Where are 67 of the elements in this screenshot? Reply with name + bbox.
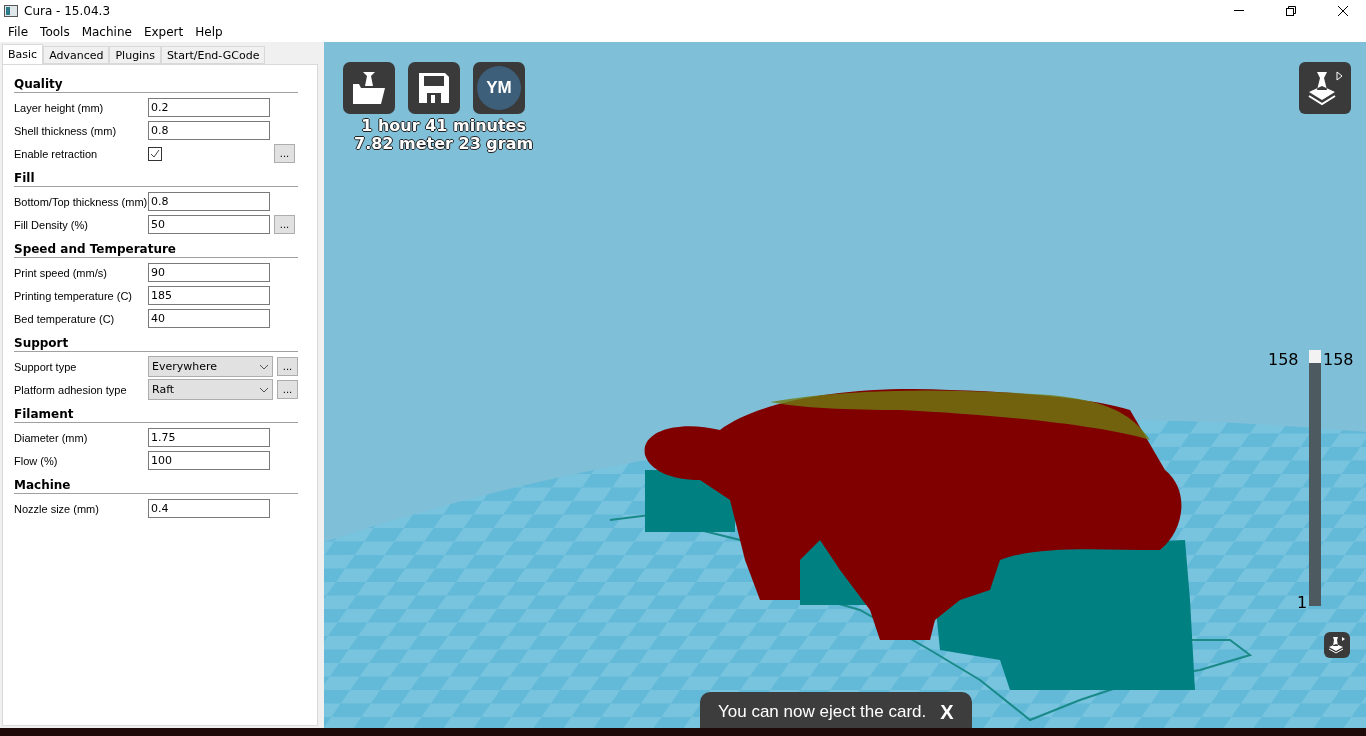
tab[interactable]: Start/End-GCode [160,46,266,64]
input-field[interactable]: 90 [148,263,270,282]
layers-icon [1327,635,1347,655]
layer-view-button[interactable] [1324,632,1350,658]
setting-label: Platform adhesion type [14,383,128,396]
input-field[interactable]: 0.4 [148,499,270,518]
section-title: Support [14,336,298,352]
setting-label: Nozzle size (mm) [14,502,100,515]
input-field[interactable]: 0.2 [148,98,270,117]
menu-item[interactable]: Help [189,25,229,39]
menu-item[interactable]: Expert [137,25,190,39]
section-title: Machine [14,478,298,494]
layer-number: 1 [1297,593,1308,612]
setting-label: Diameter (mm) [14,431,89,444]
setting-label: Printing temperature (C) [14,289,133,302]
setting-label: Enable retraction [14,147,99,160]
toast-message: You can now eject the card. [718,702,927,722]
menu-item[interactable]: File [2,25,35,39]
material-usage: 7.82 meter 23 gram [354,135,534,153]
setting-label: Bottom/Top thickness (mm) [14,195,148,208]
input-field[interactable]: 50 [148,215,270,234]
save-button[interactable] [408,62,460,114]
print-button[interactable] [343,62,395,114]
section-title: Filament [14,407,298,423]
section-title: Quality [14,77,298,93]
more-button[interactable]: ... [274,215,295,234]
window-title: Cura - 15.04.3 [24,4,112,18]
input-field[interactable]: 185 [148,286,270,305]
input-field[interactable]: 40 [148,309,270,328]
setting-label: Support type [14,360,78,373]
setting-label: Shell thickness (mm) [14,124,118,137]
slider-thumb[interactable] [1309,350,1321,363]
close-button[interactable]: X [940,700,954,724]
section-title: Fill [14,171,298,187]
chevron-down-icon [259,363,269,370]
save-icon [417,71,451,105]
tab[interactable]: Basic [2,44,44,64]
layer-slider[interactable] [1309,350,1321,606]
input-field[interactable]: 1.75 [148,428,270,447]
app-icon [4,5,18,17]
chevron-down-icon [259,386,269,393]
dropdown[interactable]: Raft [148,379,273,400]
checkbox[interactable] [148,146,162,161]
tab[interactable]: Advanced [43,46,110,64]
more-button[interactable]: ... [277,380,298,399]
input-field[interactable]: 100 [148,451,270,470]
setting-label: Print speed (mm/s) [14,266,108,279]
input-field[interactable]: 0.8 [148,192,270,211]
setting-label: Fill Density (%) [14,218,89,231]
print-time: 1 hour 41 minutes [361,117,526,135]
layer-number: 158 [1323,350,1354,369]
input-field[interactable]: 0.8 [148,121,270,140]
setting-label: Flow (%) [14,454,59,467]
tab[interactable]: Plugins [109,46,161,64]
setting-label: Layer height (mm) [14,101,105,114]
layer-number: 158 [1268,350,1299,369]
more-button[interactable]: ... [277,357,298,376]
close-icon [1338,6,1348,16]
more-button[interactable]: ... [274,144,295,163]
setting-label: Bed temperature (C) [14,312,116,325]
restore-icon [1286,6,1296,16]
minimize-icon [1234,10,1244,12]
dropdown[interactable]: Everywhere [148,356,273,377]
section-title: Speed and Temperature [14,242,298,258]
menu-item[interactable]: Tools [34,25,76,39]
view-mode-button[interactable] [1299,62,1351,114]
menu-item[interactable]: Machine [75,25,138,39]
